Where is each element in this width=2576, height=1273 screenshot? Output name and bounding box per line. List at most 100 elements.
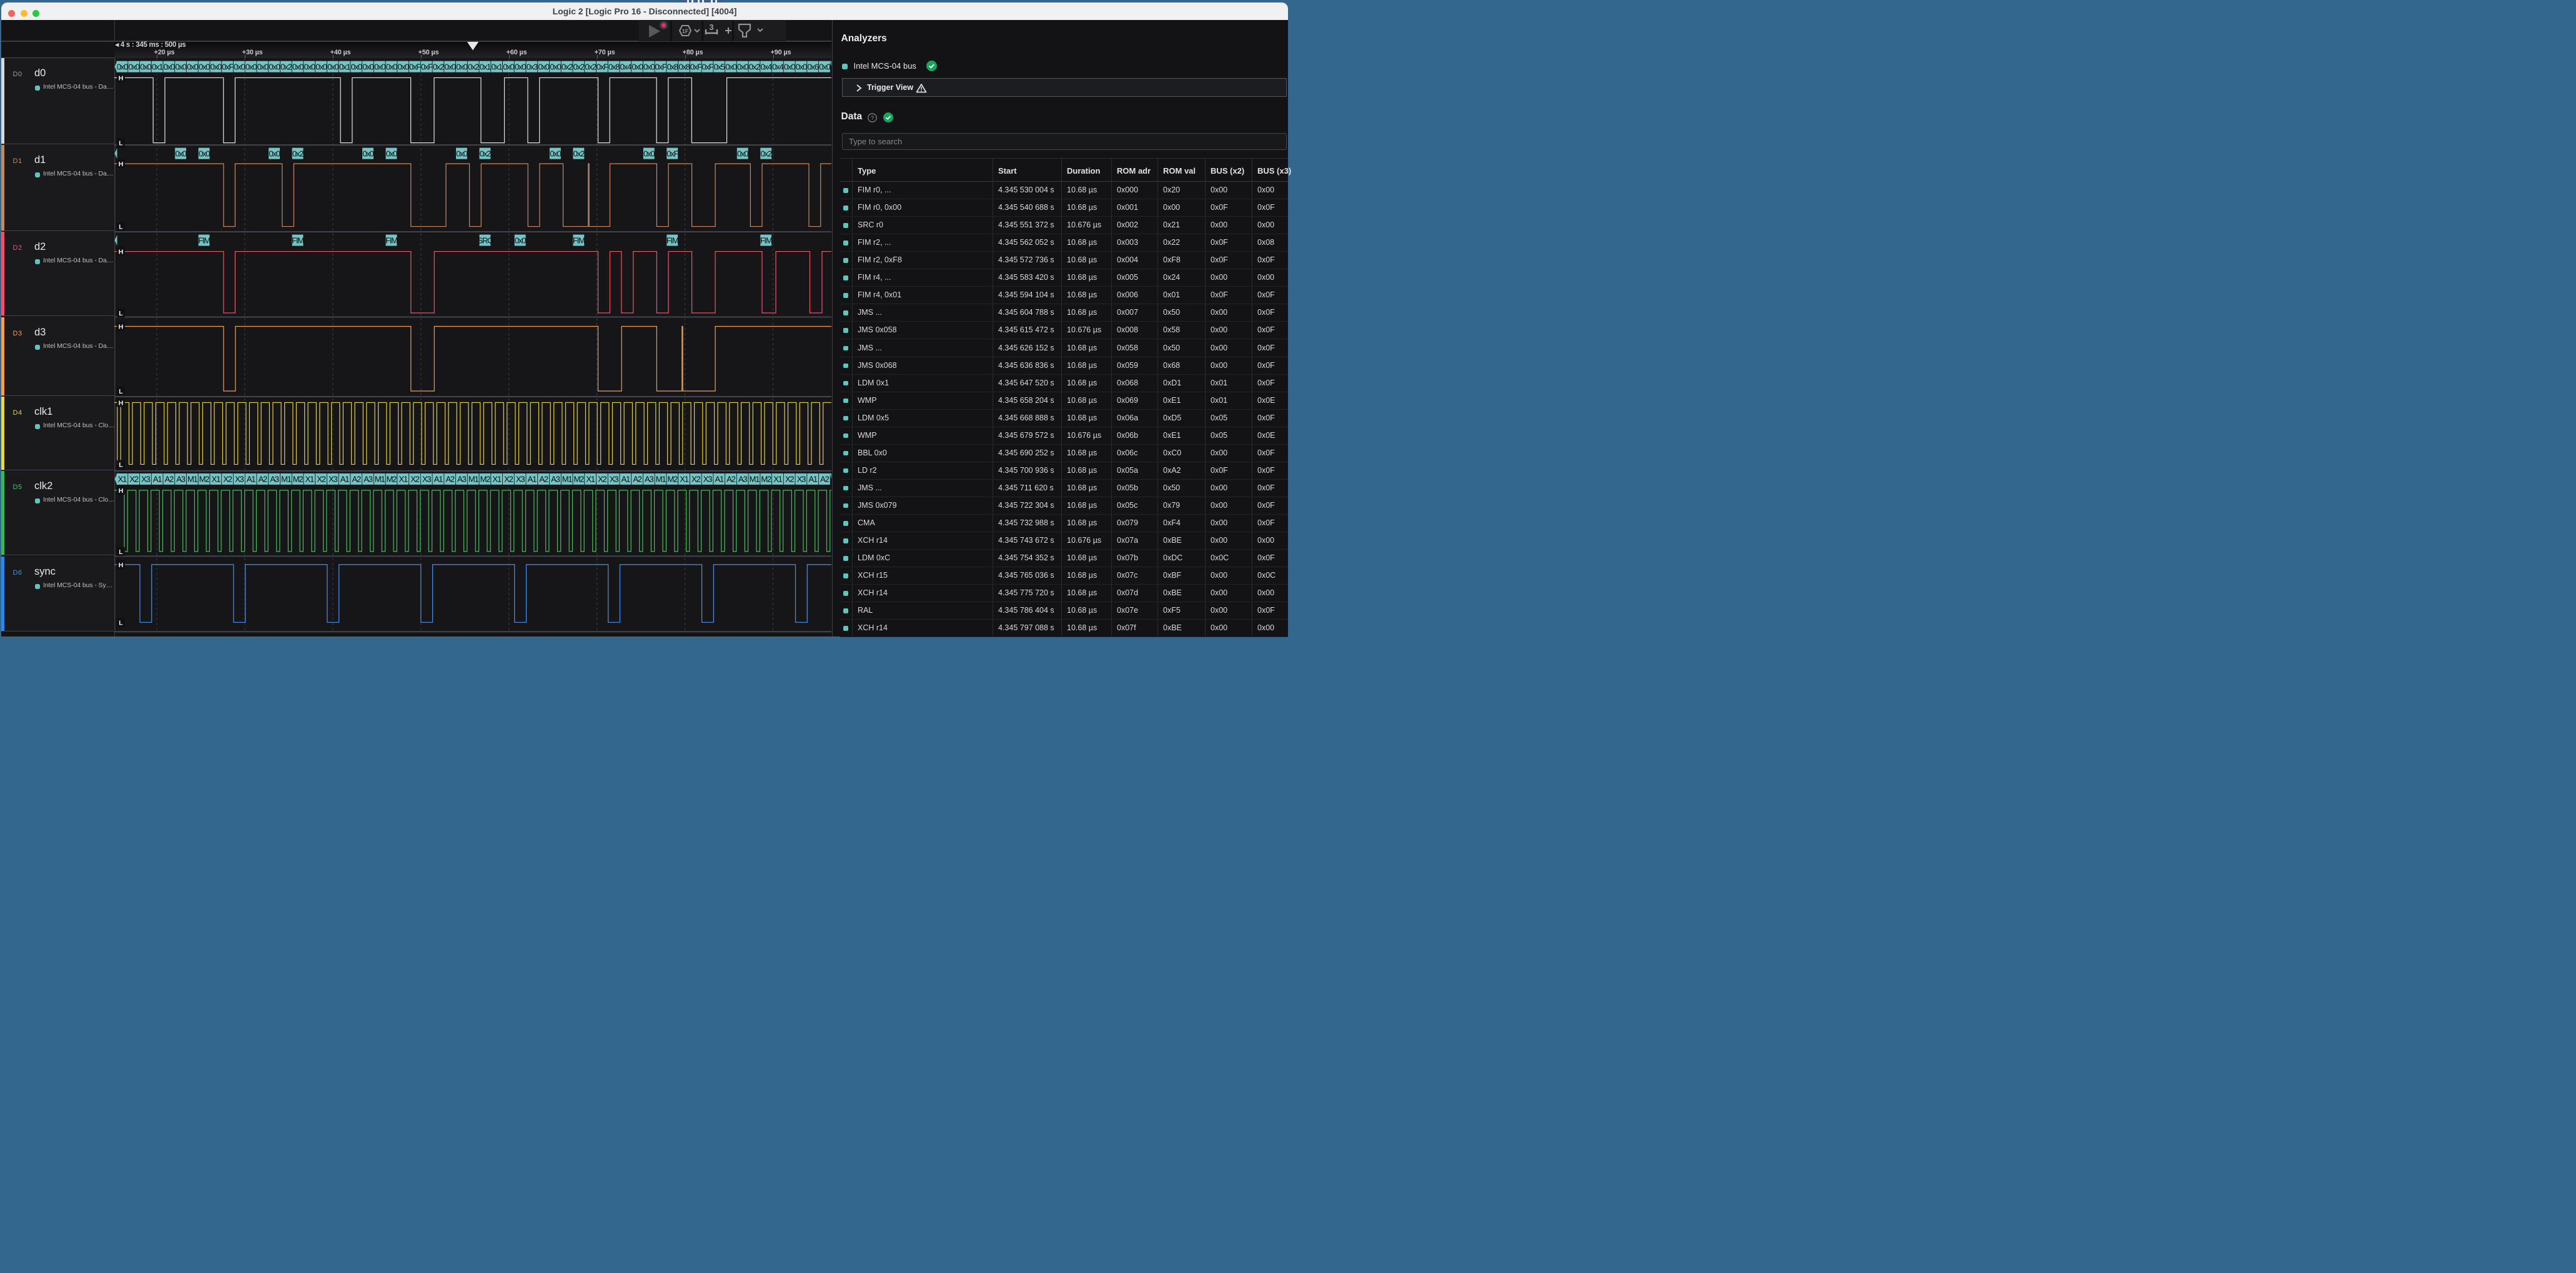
svg-text:A3: A3 <box>645 475 653 484</box>
svg-text:X2: X2 <box>785 475 793 484</box>
svg-text:0x0: 0x0 <box>397 62 409 71</box>
svg-text:0x0: 0x0 <box>725 62 736 71</box>
svg-text:0x8: 0x8 <box>608 62 619 71</box>
svg-text:L: L <box>119 462 123 468</box>
svg-text:0x0: 0x0 <box>304 62 315 71</box>
svg-text:L: L <box>119 310 123 317</box>
svg-text:A1: A1 <box>527 475 536 484</box>
svg-text:?: ? <box>870 115 873 121</box>
svg-text:0x0: 0x0 <box>643 149 655 158</box>
svg-text:0x0: 0x0 <box>234 62 245 71</box>
svg-text:0x0: 0x0 <box>257 62 268 71</box>
svg-text:0x3: 0x3 <box>526 62 537 71</box>
svg-text:X2: X2 <box>504 475 513 484</box>
svg-text:0x0: 0x0 <box>737 62 748 71</box>
svg-text:0x0: 0x0 <box>514 62 525 71</box>
svg-text:A3: A3 <box>270 475 279 484</box>
svg-text:L: L <box>119 224 123 231</box>
svg-text:H: H <box>118 161 123 168</box>
svg-text:0x0: 0x0 <box>327 62 339 71</box>
svg-text:H: H <box>118 400 123 407</box>
svg-text:H: H <box>118 75 123 82</box>
svg-text:0xF: 0xF <box>222 62 234 71</box>
svg-text:0xF: 0xF <box>655 62 666 71</box>
svg-text:0x0: 0x0 <box>550 62 561 71</box>
svg-text:X3: X3 <box>515 475 524 484</box>
svg-text:1F: 1F <box>682 28 689 34</box>
svg-text:L: L <box>119 549 123 556</box>
svg-text:0x2: 0x2 <box>280 62 292 71</box>
svg-text:0x1: 0x1 <box>151 62 162 71</box>
svg-text:0x0: 0x0 <box>632 62 643 71</box>
svg-text:FIM: FIM <box>385 235 397 245</box>
svg-text:0x0: 0x0 <box>116 62 127 71</box>
svg-text:0x0: 0x0 <box>269 62 280 71</box>
svg-text:0x0: 0x0 <box>269 149 280 158</box>
svg-text:0x0: 0x0 <box>362 149 374 158</box>
svg-text:L: L <box>119 141 123 147</box>
svg-text:0x2: 0x2 <box>760 149 771 158</box>
svg-text:0x0: 0x0 <box>245 62 256 71</box>
svg-text:0x0: 0x0 <box>456 62 467 71</box>
svg-text:A1: A1 <box>340 475 349 484</box>
svg-text:M1: M1 <box>374 475 385 484</box>
svg-text:0x5: 0x5 <box>713 62 725 71</box>
svg-text:A1: A1 <box>246 475 255 484</box>
svg-text:0x0: 0x0 <box>819 62 830 71</box>
svg-text:0x0: 0x0 <box>362 62 374 71</box>
svg-text:M1: M1 <box>280 475 291 484</box>
svg-text:0x8: 0x8 <box>678 62 690 71</box>
svg-text:0x0: 0x0 <box>550 149 561 158</box>
svg-text:0x2: 0x2 <box>748 62 760 71</box>
svg-text:A1: A1 <box>152 475 161 484</box>
svg-text:A1: A1 <box>715 475 723 484</box>
svg-text:0x0: 0x0 <box>175 62 186 71</box>
svg-text:X3: X3 <box>329 475 337 484</box>
svg-text:A1: A1 <box>621 475 630 484</box>
svg-text:L: L <box>119 620 123 627</box>
svg-text:X1: X1 <box>305 475 314 484</box>
svg-text:H: H <box>118 488 123 495</box>
svg-text:X3: X3 <box>703 475 711 484</box>
svg-text:0x0: 0x0 <box>350 62 362 71</box>
svg-text:0x0: 0x0 <box>514 235 525 245</box>
svg-text:0x0: 0x0 <box>784 62 795 71</box>
svg-text:0x0: 0x0 <box>210 62 221 71</box>
svg-text:M2: M2 <box>667 475 678 484</box>
svg-text:0x0: 0x0 <box>643 62 655 71</box>
svg-text:0x2: 0x2 <box>467 62 478 71</box>
svg-text:0x0: 0x0 <box>374 62 385 71</box>
svg-text:0x0: 0x0 <box>795 62 806 71</box>
svg-text:0x0: 0x0 <box>175 149 186 158</box>
svg-text:0x0: 0x0 <box>315 62 327 71</box>
svg-text:0x0: 0x0 <box>737 149 748 158</box>
svg-text:M2: M2 <box>386 475 397 484</box>
svg-text:0x0: 0x0 <box>538 62 549 71</box>
svg-text:A1: A1 <box>433 475 442 484</box>
svg-text:M1: M1 <box>562 475 572 484</box>
svg-text:0x0: 0x0 <box>292 62 303 71</box>
svg-text:0x0: 0x0 <box>385 62 397 71</box>
svg-text:X3: X3 <box>141 475 150 484</box>
svg-text:FIM: FIM <box>760 235 771 245</box>
svg-text:A3: A3 <box>738 475 746 484</box>
svg-text:0x2: 0x2 <box>573 149 584 158</box>
svg-text:0x2: 0x2 <box>292 149 303 158</box>
svg-text:A2: A2 <box>352 475 360 484</box>
svg-text:0x0: 0x0 <box>456 149 467 158</box>
svg-text:X1: X1 <box>680 475 688 484</box>
svg-text:0x2: 0x2 <box>573 62 584 71</box>
svg-text:A3: A3 <box>457 475 466 484</box>
svg-text:0x4: 0x4 <box>760 62 771 71</box>
svg-text:SRC: SRC <box>477 235 493 245</box>
svg-text:0x0: 0x0 <box>187 62 198 71</box>
svg-text:M1: M1 <box>749 475 760 484</box>
svg-text:0x8: 0x8 <box>666 62 678 71</box>
svg-text:H: H <box>118 562 123 569</box>
svg-text:0x1: 0x1 <box>491 62 502 71</box>
svg-text:A2: A2 <box>258 475 267 484</box>
svg-text:A2: A2 <box>445 475 454 484</box>
svg-text:FIM: FIM <box>666 235 678 245</box>
svg-text:M2: M2 <box>761 475 771 484</box>
svg-text:0x2: 0x2 <box>479 149 490 158</box>
